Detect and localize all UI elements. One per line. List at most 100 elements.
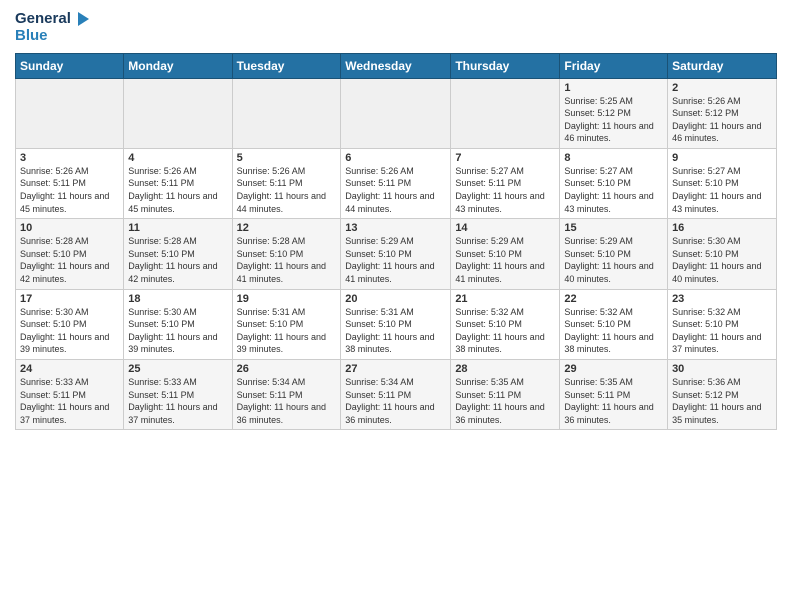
day-number: 6	[345, 152, 446, 164]
day-cell	[124, 78, 232, 148]
weekday-header-sunday: Sunday	[16, 53, 124, 78]
day-info: Sunrise: 5:27 AM Sunset: 5:10 PM Dayligh…	[564, 165, 663, 215]
day-info: Sunrise: 5:30 AM Sunset: 5:10 PM Dayligh…	[672, 235, 772, 285]
day-number: 15	[564, 222, 663, 234]
day-number: 12	[237, 222, 337, 234]
day-number: 14	[455, 222, 555, 234]
day-info: Sunrise: 5:29 AM Sunset: 5:10 PM Dayligh…	[345, 235, 446, 285]
day-cell: 26Sunrise: 5:34 AM Sunset: 5:11 PM Dayli…	[232, 360, 341, 430]
day-info: Sunrise: 5:25 AM Sunset: 5:12 PM Dayligh…	[564, 95, 663, 145]
day-number: 18	[128, 293, 227, 305]
day-info: Sunrise: 5:26 AM Sunset: 5:11 PM Dayligh…	[128, 165, 227, 215]
day-info: Sunrise: 5:26 AM Sunset: 5:11 PM Dayligh…	[20, 165, 119, 215]
day-number: 11	[128, 222, 227, 234]
day-info: Sunrise: 5:33 AM Sunset: 5:11 PM Dayligh…	[128, 376, 227, 426]
day-cell: 11Sunrise: 5:28 AM Sunset: 5:10 PM Dayli…	[124, 219, 232, 289]
day-cell	[451, 78, 560, 148]
weekday-header-thursday: Thursday	[451, 53, 560, 78]
day-cell: 19Sunrise: 5:31 AM Sunset: 5:10 PM Dayli…	[232, 289, 341, 359]
day-info: Sunrise: 5:32 AM Sunset: 5:10 PM Dayligh…	[455, 306, 555, 356]
day-info: Sunrise: 5:29 AM Sunset: 5:10 PM Dayligh…	[455, 235, 555, 285]
logo-arrow-icon	[73, 10, 91, 28]
day-number: 4	[128, 152, 227, 164]
logo-blue: Blue	[15, 28, 91, 45]
day-cell: 8Sunrise: 5:27 AM Sunset: 5:10 PM Daylig…	[560, 148, 668, 218]
weekday-header-wednesday: Wednesday	[341, 53, 451, 78]
day-cell	[16, 78, 124, 148]
day-cell: 17Sunrise: 5:30 AM Sunset: 5:10 PM Dayli…	[16, 289, 124, 359]
day-cell: 22Sunrise: 5:32 AM Sunset: 5:10 PM Dayli…	[560, 289, 668, 359]
day-number: 19	[237, 293, 337, 305]
weekday-header-row: SundayMondayTuesdayWednesdayThursdayFrid…	[16, 53, 777, 78]
week-row-0: 1Sunrise: 5:25 AM Sunset: 5:12 PM Daylig…	[16, 78, 777, 148]
day-info: Sunrise: 5:33 AM Sunset: 5:11 PM Dayligh…	[20, 376, 119, 426]
day-number: 20	[345, 293, 446, 305]
logo-wordmark: General Blue	[15, 10, 91, 45]
day-cell: 6Sunrise: 5:26 AM Sunset: 5:11 PM Daylig…	[341, 148, 451, 218]
day-cell: 1Sunrise: 5:25 AM Sunset: 5:12 PM Daylig…	[560, 78, 668, 148]
day-cell: 21Sunrise: 5:32 AM Sunset: 5:10 PM Dayli…	[451, 289, 560, 359]
day-number: 21	[455, 293, 555, 305]
day-cell: 29Sunrise: 5:35 AM Sunset: 5:11 PM Dayli…	[560, 360, 668, 430]
day-info: Sunrise: 5:28 AM Sunset: 5:10 PM Dayligh…	[20, 235, 119, 285]
day-cell: 16Sunrise: 5:30 AM Sunset: 5:10 PM Dayli…	[668, 219, 777, 289]
day-info: Sunrise: 5:29 AM Sunset: 5:10 PM Dayligh…	[564, 235, 663, 285]
day-number: 5	[237, 152, 337, 164]
day-cell	[232, 78, 341, 148]
day-cell: 9Sunrise: 5:27 AM Sunset: 5:10 PM Daylig…	[668, 148, 777, 218]
day-number: 10	[20, 222, 119, 234]
day-cell	[341, 78, 451, 148]
page: General Blue SundayMondayTuesdayWednesda…	[0, 0, 792, 612]
day-cell: 27Sunrise: 5:34 AM Sunset: 5:11 PM Dayli…	[341, 360, 451, 430]
weekday-header-saturday: Saturday	[668, 53, 777, 78]
day-number: 1	[564, 82, 663, 94]
day-cell: 28Sunrise: 5:35 AM Sunset: 5:11 PM Dayli…	[451, 360, 560, 430]
day-number: 30	[672, 363, 772, 375]
day-cell: 2Sunrise: 5:26 AM Sunset: 5:12 PM Daylig…	[668, 78, 777, 148]
day-number: 22	[564, 293, 663, 305]
day-info: Sunrise: 5:26 AM Sunset: 5:12 PM Dayligh…	[672, 95, 772, 145]
weekday-header-monday: Monday	[124, 53, 232, 78]
day-info: Sunrise: 5:30 AM Sunset: 5:10 PM Dayligh…	[128, 306, 227, 356]
day-cell: 12Sunrise: 5:28 AM Sunset: 5:10 PM Dayli…	[232, 219, 341, 289]
logo-general: General	[15, 11, 71, 28]
week-row-1: 3Sunrise: 5:26 AM Sunset: 5:11 PM Daylig…	[16, 148, 777, 218]
day-info: Sunrise: 5:32 AM Sunset: 5:10 PM Dayligh…	[564, 306, 663, 356]
day-info: Sunrise: 5:28 AM Sunset: 5:10 PM Dayligh…	[128, 235, 227, 285]
day-info: Sunrise: 5:34 AM Sunset: 5:11 PM Dayligh…	[237, 376, 337, 426]
day-info: Sunrise: 5:26 AM Sunset: 5:11 PM Dayligh…	[345, 165, 446, 215]
day-cell: 3Sunrise: 5:26 AM Sunset: 5:11 PM Daylig…	[16, 148, 124, 218]
day-number: 16	[672, 222, 772, 234]
day-info: Sunrise: 5:30 AM Sunset: 5:10 PM Dayligh…	[20, 306, 119, 356]
day-cell: 13Sunrise: 5:29 AM Sunset: 5:10 PM Dayli…	[341, 219, 451, 289]
day-info: Sunrise: 5:35 AM Sunset: 5:11 PM Dayligh…	[455, 376, 555, 426]
day-info: Sunrise: 5:31 AM Sunset: 5:10 PM Dayligh…	[237, 306, 337, 356]
day-cell: 20Sunrise: 5:31 AM Sunset: 5:10 PM Dayli…	[341, 289, 451, 359]
day-number: 24	[20, 363, 119, 375]
day-info: Sunrise: 5:36 AM Sunset: 5:12 PM Dayligh…	[672, 376, 772, 426]
day-number: 3	[20, 152, 119, 164]
day-info: Sunrise: 5:35 AM Sunset: 5:11 PM Dayligh…	[564, 376, 663, 426]
week-row-2: 10Sunrise: 5:28 AM Sunset: 5:10 PM Dayli…	[16, 219, 777, 289]
day-cell: 18Sunrise: 5:30 AM Sunset: 5:10 PM Dayli…	[124, 289, 232, 359]
day-cell: 14Sunrise: 5:29 AM Sunset: 5:10 PM Dayli…	[451, 219, 560, 289]
day-number: 9	[672, 152, 772, 164]
day-cell: 10Sunrise: 5:28 AM Sunset: 5:10 PM Dayli…	[16, 219, 124, 289]
weekday-header-tuesday: Tuesday	[232, 53, 341, 78]
day-info: Sunrise: 5:34 AM Sunset: 5:11 PM Dayligh…	[345, 376, 446, 426]
day-number: 8	[564, 152, 663, 164]
day-number: 26	[237, 363, 337, 375]
day-number: 13	[345, 222, 446, 234]
day-number: 23	[672, 293, 772, 305]
day-cell: 7Sunrise: 5:27 AM Sunset: 5:11 PM Daylig…	[451, 148, 560, 218]
day-number: 25	[128, 363, 227, 375]
day-info: Sunrise: 5:28 AM Sunset: 5:10 PM Dayligh…	[237, 235, 337, 285]
day-number: 17	[20, 293, 119, 305]
day-number: 29	[564, 363, 663, 375]
day-cell: 30Sunrise: 5:36 AM Sunset: 5:12 PM Dayli…	[668, 360, 777, 430]
day-cell: 23Sunrise: 5:32 AM Sunset: 5:10 PM Dayli…	[668, 289, 777, 359]
day-info: Sunrise: 5:32 AM Sunset: 5:10 PM Dayligh…	[672, 306, 772, 356]
day-cell: 4Sunrise: 5:26 AM Sunset: 5:11 PM Daylig…	[124, 148, 232, 218]
day-info: Sunrise: 5:27 AM Sunset: 5:11 PM Dayligh…	[455, 165, 555, 215]
weekday-header-friday: Friday	[560, 53, 668, 78]
